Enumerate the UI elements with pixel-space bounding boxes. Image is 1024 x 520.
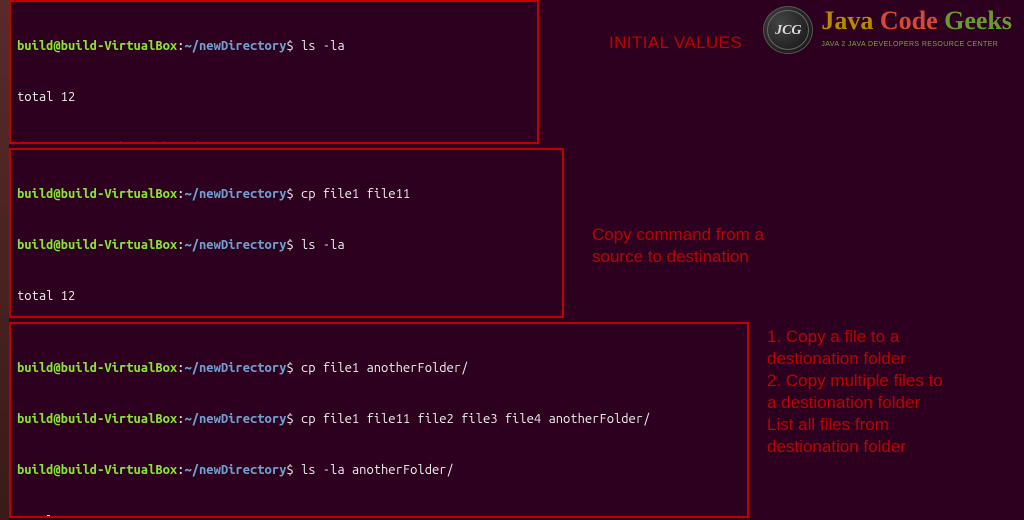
label-copy: Copy command from a source to destinatio… — [592, 224, 764, 268]
label-steps: 1. Copy a file to a destionation folder … — [767, 326, 1024, 458]
prompt-line: build@build-VirtualBox:~/newDirectory$ c… — [17, 360, 741, 377]
terminal-initial[interactable]: build@build-VirtualBox:~/newDirectory$ l… — [9, 0, 539, 144]
cmd-ls: ls -la — [301, 238, 345, 252]
ls-total: total 12 — [17, 288, 556, 305]
prompt-line: build@build-VirtualBox:~/newDirectory$ c… — [17, 411, 741, 428]
cmd-cp-to-folder: cp file1 anotherFolder/ — [301, 361, 468, 375]
cmd-ls: ls -la — [301, 39, 345, 53]
prompt-line: build@build-VirtualBox:~/newDirectory$ l… — [17, 462, 741, 479]
prompt-path: ~/newDirectory — [184, 39, 286, 53]
cmd-cp-multi: cp file1 file11 file2 file3 file4 anothe… — [301, 412, 650, 426]
ls-total: total 12 — [17, 89, 531, 106]
terminal-copy-single[interactable]: build@build-VirtualBox:~/newDirectory$ c… — [9, 148, 564, 318]
logo-text: Java Code Geeks Java 2 Java Developers R… — [821, 8, 1012, 53]
prompt-line: build@build-VirtualBox:~/newDirectory$ l… — [17, 237, 556, 254]
logo-tagline: Java 2 Java Developers Resource Center — [821, 36, 1012, 53]
logo-badge-icon: JCG — [763, 6, 813, 54]
terminal-copy-multiple[interactable]: build@build-VirtualBox:~/newDirectory$ c… — [9, 322, 749, 518]
ls-total: total 8 — [17, 513, 741, 518]
prompt-line: build@build-VirtualBox:~/newDirectory$ l… — [17, 38, 531, 55]
content: build@build-VirtualBox:~/newDirectory$ l… — [9, 0, 1024, 520]
prompt-line: build@build-VirtualBox:~/newDirectory$ c… — [17, 186, 556, 203]
ls-row: drwxrwxr-x 3 build build 4096 iul 14 23:… — [17, 140, 531, 144]
launcher-strip — [0, 0, 9, 520]
logo-wordmark: Java Code Geeks — [821, 8, 1012, 34]
cmd-ls-folder: ls -la anotherFolder/ — [301, 463, 454, 477]
label-initial: INITIAL VALUES — [609, 32, 742, 54]
cmd-cp-file1-file11: cp file1 file11 — [301, 187, 410, 201]
logo: JCG Java Code Geeks Java 2 Java Develope… — [763, 6, 1012, 54]
prompt-user: build@build-VirtualBox — [17, 39, 177, 53]
